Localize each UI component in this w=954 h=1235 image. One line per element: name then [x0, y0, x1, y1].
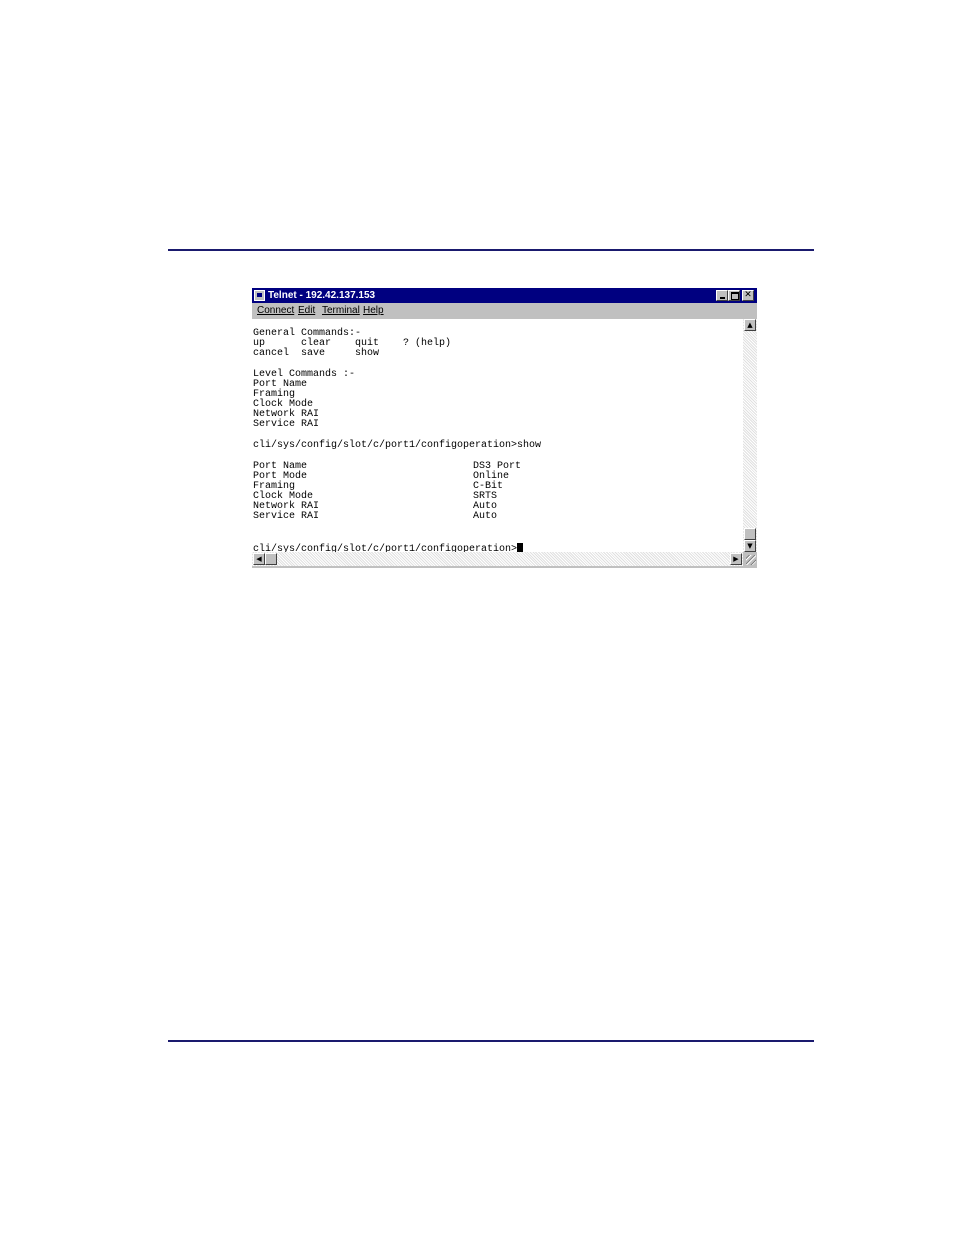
- telnet-window: Telnet - 192.42.137.153 ✕ Connect Edit T…: [252, 288, 757, 568]
- prompt-text: cli/sys/config/slot/c/port1/configoperat…: [253, 544, 518, 553]
- menu-help[interactable]: Help: [363, 305, 384, 317]
- footer-rule: [168, 1040, 814, 1042]
- resize-grip-icon[interactable]: [743, 552, 757, 566]
- text-cursor: [517, 543, 524, 552]
- minimize-button[interactable]: [716, 290, 728, 301]
- scroll-left-button[interactable]: ◀: [253, 553, 265, 565]
- close-button[interactable]: ✕: [742, 290, 754, 301]
- show-row-value: Auto: [473, 511, 498, 522]
- maximize-button[interactable]: [728, 290, 740, 301]
- header-rule: [168, 249, 814, 251]
- title-bar[interactable]: Telnet - 192.42.137.153 ✕: [252, 288, 757, 303]
- menu-terminal[interactable]: Terminal: [322, 305, 360, 317]
- menu-bar: Connect Edit Terminal Help: [252, 303, 757, 319]
- window-title: Telnet - 192.42.137.153: [268, 290, 376, 301]
- vertical-scroll-thumb[interactable]: [744, 528, 756, 540]
- horizontal-scroll-thumb[interactable]: [265, 553, 277, 565]
- scroll-right-button[interactable]: ▶: [730, 553, 742, 565]
- scroll-up-button[interactable]: ▲: [744, 319, 756, 331]
- general-commands-row: cancel save show: [253, 348, 380, 359]
- prompt-line[interactable]: cli/sys/config/slot/c/port1/configoperat…: [253, 543, 524, 553]
- terminal-area[interactable]: General Commands:- up clear quit ? (help…: [252, 319, 743, 552]
- command-line: cli/sys/config/slot/c/port1/configoperat…: [253, 440, 542, 451]
- scroll-down-button[interactable]: ▼: [744, 540, 756, 552]
- vertical-scrollbar[interactable]: ▲ ▼: [743, 319, 757, 552]
- menu-connect[interactable]: Connect: [257, 305, 294, 317]
- show-row-label: Service RAI: [253, 511, 320, 522]
- telnet-app-icon[interactable]: [254, 290, 265, 301]
- menu-edit[interactable]: Edit: [298, 305, 315, 317]
- level-command-item: Service RAI: [253, 419, 320, 430]
- horizontal-scrollbar[interactable]: ◀ ▶: [252, 552, 743, 566]
